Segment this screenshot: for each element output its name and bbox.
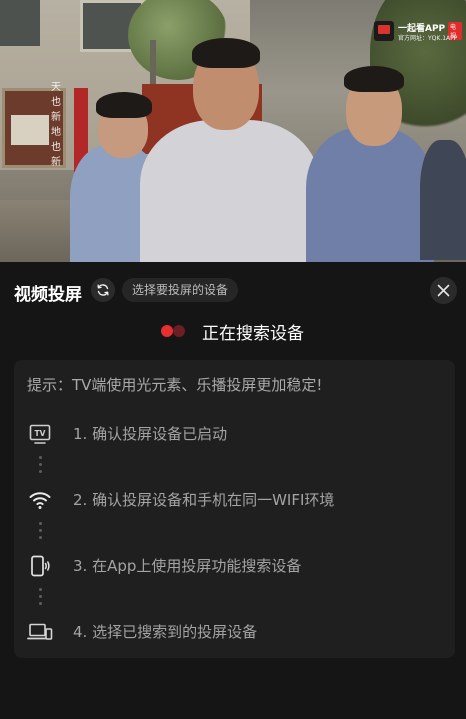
cast-panel: 视频投屏 选择要投屏的设备 正在搜索设备 提示：TV端使用光元素、乐播投屏更加稳…	[0, 262, 466, 719]
vertical-caption: 天也新地也新	[51, 82, 61, 168]
step-connector	[39, 588, 42, 609]
refresh-icon	[97, 284, 109, 296]
app-watermark: 一起看APP 电视 官方网址：YQK.1APP	[374, 21, 462, 43]
person-right-shirt	[306, 128, 434, 262]
panel-title: 视频投屏	[14, 285, 82, 305]
devices-icon	[27, 619, 53, 645]
video-player[interactable]: 天也新地也新 一起看APP 电视 官方网址：YQK.1APP	[0, 0, 466, 262]
person-right-hair	[344, 66, 404, 92]
close-button[interactable]	[430, 277, 457, 304]
select-device-hint: 选择要投屏的设备	[122, 278, 239, 302]
watermark-url: 官方网址：YQK.1APP	[398, 35, 458, 42]
step-4-text: 4. 选择已搜索到的投屏设备	[73, 623, 258, 641]
phone-cast-icon	[27, 553, 53, 579]
person-left-hair	[96, 92, 152, 118]
person-far-right	[420, 140, 466, 260]
refresh-button[interactable]	[91, 278, 115, 302]
step-connector	[39, 522, 42, 543]
step-connector	[39, 456, 42, 477]
person-center-shirt	[140, 120, 320, 262]
loading-dots-icon	[161, 325, 187, 337]
search-status: 正在搜索设备	[0, 318, 466, 344]
step-2-text: 2. 确认投屏设备和手机在同一WIFI环境	[73, 491, 335, 509]
tv-icon: TV	[27, 421, 53, 447]
step-1-text: 1. 确认投屏设备已启动	[73, 425, 228, 443]
tip-text: 提示：TV端使用光元素、乐播投屏更加稳定!	[27, 376, 323, 394]
watermark-logo-icon	[374, 21, 394, 41]
svg-text:TV: TV	[35, 429, 46, 438]
step-3-text: 3. 在App上使用投屏功能搜索设备	[73, 557, 302, 575]
search-status-text: 正在搜索设备	[202, 324, 304, 344]
close-icon	[437, 284, 450, 297]
instructions-card: 提示：TV端使用光元素、乐播投屏更加稳定! TV 1. 确认投屏设备已启动 2.…	[14, 360, 455, 658]
wifi-icon	[27, 487, 53, 513]
person-center-hair	[192, 38, 260, 68]
